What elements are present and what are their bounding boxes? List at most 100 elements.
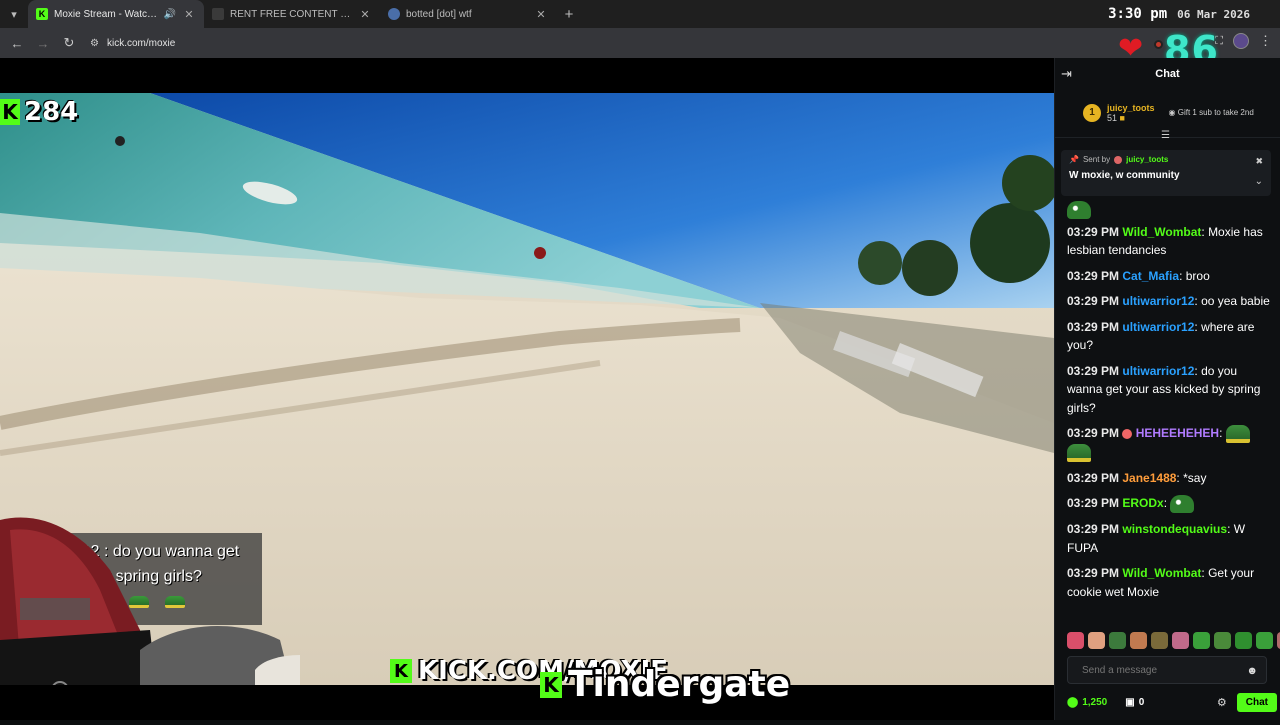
- channel-points[interactable]: ⬤ 1,250: [1067, 697, 1107, 708]
- chat-message: 03:29 PM Cat_Mafia: broo: [1067, 268, 1210, 283]
- user-badge-icon: [1122, 429, 1133, 440]
- message-user[interactable]: Jane1488: [1122, 471, 1176, 485]
- peepo-emote-icon: [1067, 443, 1091, 462]
- site-info-icon[interactable]: ⚙: [90, 38, 99, 49]
- chat-emote-line: [1067, 200, 1273, 219]
- tab-title: botted [dot] wtf: [406, 8, 472, 20]
- chat-message: 03:29 PM ultiwarrior12: do you wanna get…: [1067, 363, 1261, 415]
- tab-rent-free[interactable]: RENT FREE CONTENT NETWORK ✕: [204, 0, 380, 28]
- collapse-chat-icon[interactable]: ⇥: [1061, 66, 1072, 82]
- pinned-label: Sent by: [1082, 155, 1111, 164]
- tab-botted[interactable]: botted [dot] wtf ✕: [380, 0, 556, 28]
- gift-prompt-text: Gift 1 sub to take 2nd: [1177, 108, 1254, 117]
- clock-time: 3:30 pm: [1108, 6, 1168, 22]
- leaderboard-username: juicy_toots: [1107, 102, 1155, 113]
- quick-emote-bar: [1067, 632, 1280, 649]
- message-user[interactable]: ERODx: [1122, 496, 1163, 510]
- viewer-count: 284: [24, 97, 79, 127]
- pinned-sender: 📌 Sent by juicy_toots: [1069, 155, 1263, 164]
- quick-emote-icon[interactable]: [1214, 632, 1231, 649]
- chat-message: 03:29 PM winstondequavius: W FUPA: [1067, 522, 1246, 555]
- desktop-clock: 3:30 pm 06 Mar 2026: [1108, 6, 1250, 22]
- message-time: 03:29 PM: [1067, 319, 1120, 334]
- message-user[interactable]: ultiwarrior12: [1122, 320, 1194, 334]
- kick-logo-icon: K: [540, 671, 562, 698]
- quick-emote-icon[interactable]: [1256, 632, 1273, 649]
- peepo-emote-icon: [1225, 425, 1250, 444]
- message-time: 03:29 PM: [1067, 522, 1120, 537]
- message-user[interactable]: Wild_Wombat: [1122, 566, 1201, 580]
- message-time: 03:29 PM: [1067, 294, 1120, 309]
- gift-circle-icon: ◉: [1168, 108, 1176, 117]
- new-tab-button[interactable]: +: [556, 6, 582, 23]
- pepe-emote-icon: [1170, 495, 1195, 514]
- address-bar: ← → ↻ ⚙ kick.com/moxie: [0, 28, 1280, 58]
- quick-emote-icon[interactable]: [1151, 632, 1168, 649]
- quick-emote-icon[interactable]: [1193, 632, 1210, 649]
- message-text: *say: [1183, 470, 1207, 485]
- message-time: 03:29 PM: [1067, 426, 1120, 441]
- message-time: 03:29 PM: [1067, 566, 1120, 581]
- quick-emote-icon[interactable]: [1130, 632, 1147, 649]
- message-user[interactable]: ultiwarrior12: [1122, 364, 1194, 378]
- message-time: 03:29 PM: [1067, 224, 1120, 239]
- emoji-picker-icon[interactable]: ☻: [1246, 665, 1258, 677]
- back-arrow-icon[interactable]: ←: [6, 32, 28, 54]
- gift-prompt[interactable]: ◉ Gift 1 sub to take 2nd: [1169, 108, 1254, 117]
- message-input[interactable]: [1082, 664, 1232, 676]
- url-text: kick.com/moxie: [106, 37, 176, 49]
- quick-emote-icon[interactable]: [1235, 632, 1252, 649]
- close-tab-icon[interactable]: ✕: [182, 8, 196, 21]
- clock-date: 06 Mar 2026: [1177, 8, 1250, 21]
- message-text: broo: [1185, 268, 1210, 283]
- pepe-emote-icon: [1067, 200, 1091, 219]
- reload-icon[interactable]: ↻: [58, 32, 80, 54]
- gifts-value: 0: [1138, 696, 1145, 708]
- sender-avatar-icon: [1114, 155, 1123, 164]
- pinned-text: W moxie, w community: [1069, 170, 1180, 181]
- forward-arrow-icon[interactable]: →: [32, 32, 54, 54]
- site-favicon-icon: [388, 8, 400, 20]
- send-chat-button[interactable]: Chat: [1236, 692, 1277, 712]
- url-field[interactable]: ⚙ kick.com/moxie: [84, 32, 175, 54]
- chat-message: 03:29 PM Wild_Wombat: Get your cookie we…: [1067, 566, 1255, 599]
- kick-logo-icon: K: [390, 659, 412, 683]
- chat-message: 03:29 PM HEHEEHEHEH:: [1067, 424, 1273, 462]
- close-tab-icon[interactable]: ✕: [358, 8, 372, 21]
- profile-avatar[interactable]: [1233, 33, 1249, 49]
- chat-footer: ⬤ 1,250 ▣ 0 ⚙ Chat: [1067, 692, 1277, 712]
- pinned-message[interactable]: 📌 Sent by juicy_toots W moxie, w communi…: [1061, 150, 1271, 196]
- unpin-icon[interactable]: ✖: [1255, 156, 1263, 167]
- message-user[interactable]: Wild_Wombat: [1122, 225, 1201, 239]
- record-dot-icon: [1154, 40, 1163, 49]
- stream-letterbox-top: [0, 58, 1054, 93]
- message-user[interactable]: ultiwarrior12: [1122, 294, 1194, 308]
- message-user[interactable]: Cat_Mafia: [1122, 269, 1179, 283]
- kick-favicon-icon: K: [36, 8, 48, 20]
- browser-menu-icon[interactable]: ⋮: [1259, 33, 1272, 49]
- chat-input[interactable]: ☻: [1067, 656, 1267, 684]
- message-text: oo yea babie: [1201, 294, 1270, 309]
- gift-count-value: 51: [1107, 112, 1118, 123]
- message-time: 03:29 PM: [1067, 363, 1120, 378]
- tab-title: RENT FREE CONTENT NETWORK: [230, 8, 352, 20]
- quick-emote-icon[interactable]: [1109, 632, 1126, 649]
- kick-logo-icon: K: [0, 99, 20, 125]
- pin-icon: 📌: [1069, 155, 1079, 164]
- quick-emote-icon[interactable]: [1172, 632, 1189, 649]
- gift-icon: ■: [1119, 112, 1125, 123]
- quick-emote-icon[interactable]: [1088, 632, 1105, 649]
- chat-settings-gear-icon[interactable]: ⚙: [1217, 696, 1227, 709]
- message-user[interactable]: winstondequavius: [1122, 522, 1227, 536]
- close-tab-icon[interactable]: ✕: [534, 8, 548, 21]
- gift-counter[interactable]: ▣ 0: [1125, 697, 1144, 708]
- pinned-username[interactable]: juicy_toots: [1126, 155, 1168, 164]
- audio-playing-icon[interactable]: 🔊: [164, 9, 176, 20]
- message-user[interactable]: HEHEEHEHEH: [1136, 426, 1219, 440]
- pinned-toggle-icon[interactable]: ☰: [1161, 130, 1170, 141]
- tab-search-icon[interactable]: ▾: [0, 0, 28, 28]
- chevron-down-icon[interactable]: ⌄: [1255, 176, 1263, 187]
- quick-emote-icon[interactable]: [1067, 632, 1084, 649]
- site-favicon-icon: [212, 8, 224, 20]
- tab-moxie-stream[interactable]: K Moxie Stream - Watch Live 🔊 ✕: [28, 0, 204, 28]
